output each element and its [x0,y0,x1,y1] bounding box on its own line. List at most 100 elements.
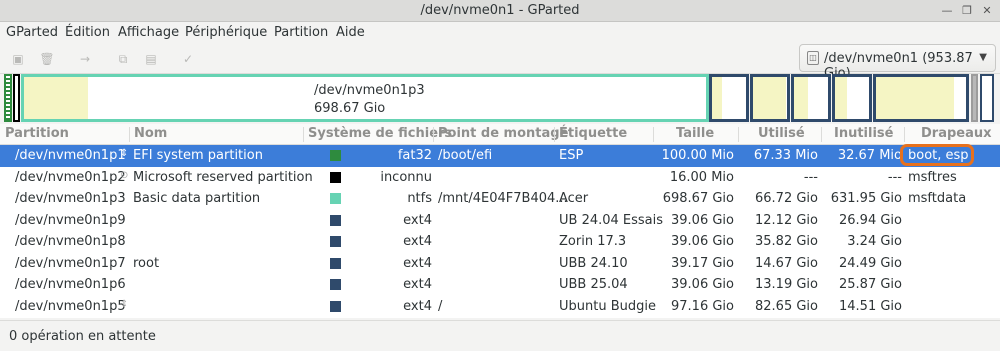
cell-size: 39.06 Gio [671,234,734,249]
cell-size: 100.00 Mio [661,148,734,163]
table-row[interactable]: /dev/nvme0n1p1 ⇕ EFI system partition fa… [0,144,1000,167]
cell-size: 39.17 Gio [671,255,734,271]
pending-operations: 0 opération en attente [9,329,156,344]
graph-selected-name: /dev/nvme0n1p3 [314,83,425,98]
table-row[interactable]: /dev/nvme0n1p2 ⊙ Microsoft reserved part… [0,167,1000,189]
cell-label: Zorin 17.3 [559,234,627,249]
table-row[interactable]: /dev/nvme0n1p3 Basic data partition ntfs… [0,188,1000,210]
graph-seg-unknown[interactable] [971,74,978,122]
window-title: /dev/nvme0n1 - GParted [420,3,580,18]
fs-color-swatch [330,279,341,290]
col-nom[interactable]: Nom [134,126,167,141]
fs-color-swatch [330,236,341,247]
table-row[interactable]: /dev/nvme0n1p8 ext4 Zorin 17.3 39.06 Gio… [0,231,1000,253]
cell-fs: inconnu [380,169,432,185]
status-bar: 0 opération en attente [0,320,1000,351]
cell-unused: 3.24 Gio [847,234,902,249]
table-row[interactable]: /dev/nvme0n1p6 ext4 UBB 25.04 39.06 Gio … [0,274,1000,296]
cell-size: 39.06 Gio [671,212,734,228]
cell-used: 14.67 Gio [755,255,818,271]
minimize-icon[interactable]: — [938,2,956,20]
fs-color-swatch [330,257,341,269]
menu-peripherique[interactable]: Périphérique [185,25,267,40]
cell-partition: /dev/nvme0n1p1 [15,148,126,163]
col-partition[interactable]: Partition [5,126,69,141]
cell-unused: --- [887,169,902,185]
col-etiquette[interactable]: Étiquette [559,126,627,141]
graph-seg-p9[interactable] [709,74,749,122]
cell-used: 35.82 Gio [755,234,818,249]
lock-icon: ⊙ [120,169,129,181]
graph-seg-p6[interactable] [832,74,872,122]
graph-seg-p3[interactable]: /dev/nvme0n1p3 698.67 Gio [21,74,709,122]
new-partition-icon[interactable]: ▣ [9,50,27,68]
table-row[interactable]: /dev/nvme0n1p7 root ext4 UBB 24.10 39.17… [0,253,1000,275]
col-systeme-fichiers[interactable]: Système de fichiers [308,126,452,141]
apply-icon[interactable]: ✓ [179,50,197,68]
col-taille[interactable]: Taille [676,126,714,141]
cell-mount: /mnt/4E04F7B404... [438,191,568,206]
cell-used: 82.65 Gio [755,298,818,314]
graph-seg-p1[interactable] [4,74,12,122]
cell-label: ESP [559,148,584,163]
graph-seg-p5[interactable] [873,74,969,122]
cell-used: 13.19 Gio [755,277,818,292]
cell-size: 698.67 Gio [662,191,734,206]
maximize-icon[interactable]: ❐ [958,2,976,20]
cell-unused: 14.51 Gio [839,298,902,314]
cell-size: 97.16 Gio [671,298,734,314]
cell-mount: /boot/efi [438,148,493,163]
cell-label: UBB 25.04 [559,277,628,292]
cell-used: 12.12 Gio [755,212,818,228]
col-inutilise[interactable]: Inutilisé [834,126,893,141]
graph-seg-p8[interactable] [750,74,790,122]
title-bar: /dev/nvme0n1 - GParted — ❐ ✕ [0,0,1000,22]
cell-used: --- [803,169,818,185]
cell-label: Acer [559,191,589,206]
cell-unused: 26.94 Gio [839,212,902,228]
cell-size: 39.06 Gio [671,277,734,292]
cell-label: UB 24.04 Essais [559,212,664,228]
lock-icon: ⇕ [120,148,129,159]
copy-icon[interactable]: ⧉ [114,50,132,68]
cell-fs: ext4 [403,234,432,249]
partition-graph: /dev/nvme0n1p3 698.67 Gio [2,74,996,122]
table-header: Partition Nom Système de fichiers Point … [0,124,1000,145]
fs-color-swatch [330,150,341,161]
flags-highlight [900,144,974,166]
resize-icon[interactable]: → [76,50,94,68]
cell-partition: /dev/nvme0n1p2 [15,169,126,185]
menu-partition[interactable]: Partition [274,25,328,40]
cell-label: UBB 24.10 [559,255,628,271]
cell-nom: root [133,255,160,271]
col-utilise[interactable]: Utilisé [758,126,805,141]
cell-partition: /dev/nvme0n1p3 [15,191,126,206]
cell-flags: msftres [908,169,957,185]
menu-aide[interactable]: Aide [336,25,365,40]
cell-mount: / [438,298,443,314]
graph-seg-p2[interactable] [13,74,20,122]
fs-color-swatch [330,214,341,226]
cell-used: 66.72 Gio [755,191,818,206]
disk-icon: ◫ [807,51,819,65]
graph-seg-p7[interactable] [791,74,831,122]
menu-edition[interactable]: Édition [65,25,110,40]
cell-fs: ext4 [403,255,432,271]
col-drapeaux[interactable]: Drapeaux [921,126,992,141]
cell-unused: 25.87 Gio [839,277,902,292]
cell-fs: fat32 [397,148,432,163]
menu-gparted[interactable]: GParted [6,25,58,40]
cell-fs: ext4 [403,277,432,292]
delete-icon[interactable]: 🗑 [38,50,56,68]
lock-icon: ⇕ [120,298,129,310]
cell-nom: Microsoft reserved partition [133,169,313,185]
table-row[interactable]: /dev/nvme0n1p9 ext4 UB 24.04 Essais 39.0… [0,210,1000,232]
close-icon[interactable]: ✕ [978,2,996,20]
col-point-montage[interactable]: Point de montage [438,126,568,141]
graph-seg-last[interactable] [980,74,994,122]
paste-icon[interactable]: ▤ [142,50,160,68]
menu-affichage[interactable]: Affichage [118,25,179,40]
cell-nom: Basic data partition [133,191,261,206]
device-selector[interactable]: ◫ /dev/nvme0n1 (953.87 Gio) ▼ [799,44,996,81]
table-row[interactable]: /dev/nvme0n1p5 ⇕ ext4 / Ubuntu Budgie 97… [0,296,1000,318]
